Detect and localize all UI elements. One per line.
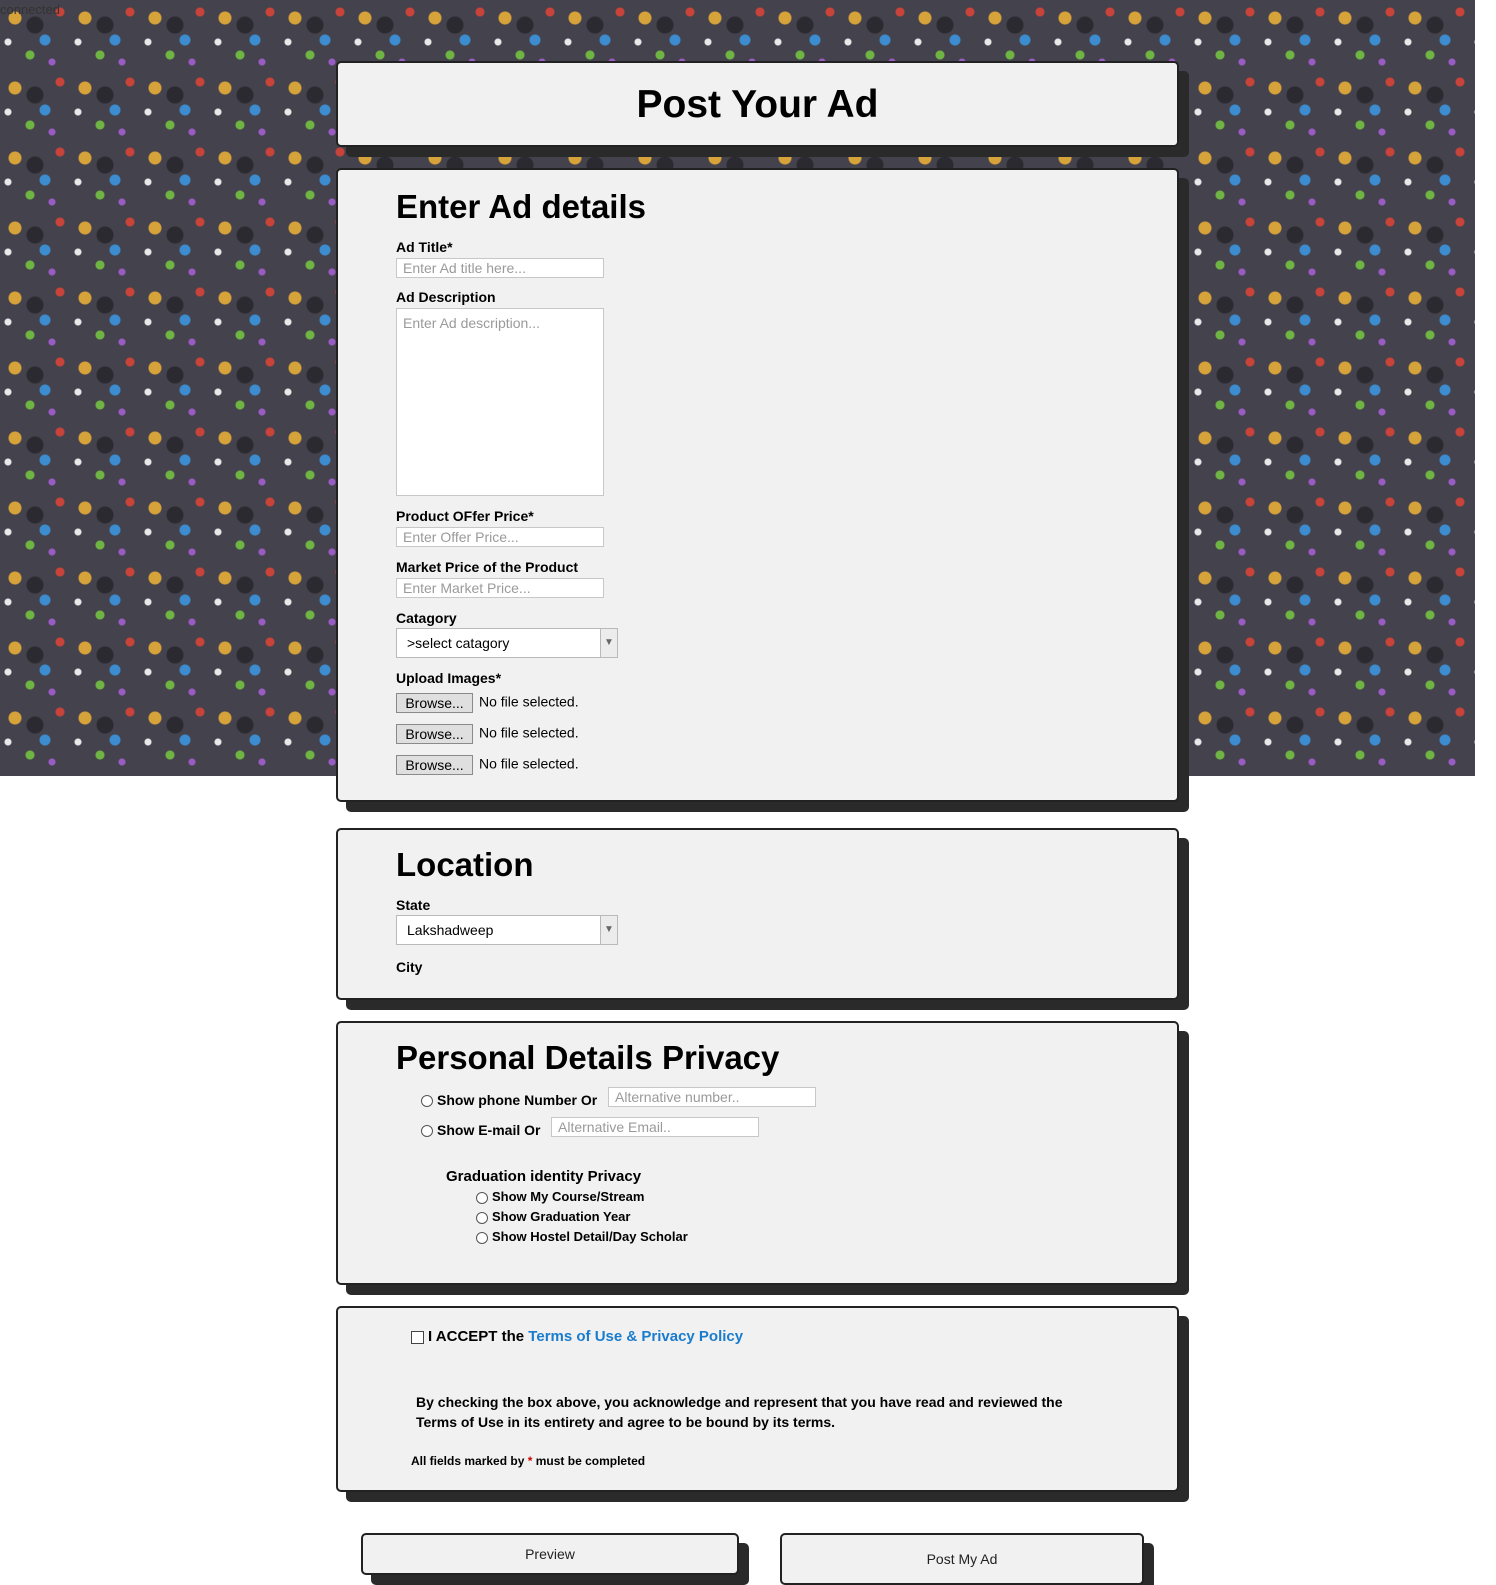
privacy-panel: Personal Details Privacy Show phone Numb…	[336, 1021, 1179, 1285]
accept-terms-row: I ACCEPT the Terms of Use & Privacy Poli…	[411, 1328, 743, 1345]
chevron-down-icon[interactable]: ▼	[600, 916, 617, 944]
alternative-email-input[interactable]	[551, 1117, 759, 1137]
accept-terms-checkbox[interactable]	[411, 1330, 424, 1344]
accept-prefix: I ACCEPT the	[428, 1328, 525, 1345]
required-fields-note: All fields marked by * must be completed	[411, 1454, 645, 1468]
required-star: *	[527, 1454, 533, 1468]
ad-title-input[interactable]	[396, 258, 604, 278]
title-panel: Post Your Ad	[336, 61, 1179, 147]
required-suffix: must be completed	[535, 1454, 646, 1468]
show-phone-option: Show phone Number Or	[421, 1092, 597, 1108]
required-prefix: All fields marked by	[411, 1454, 525, 1468]
category-label: Catagory	[396, 610, 457, 626]
show-phone-radio[interactable]	[421, 1095, 433, 1108]
show-email-radio[interactable]	[421, 1125, 433, 1138]
course-label: Show My Course/Stream	[492, 1189, 645, 1204]
show-email-option: Show E-mail Or	[421, 1122, 540, 1138]
location-panel: Location State Lakshadweep ▼ City	[336, 828, 1179, 1000]
graduation-option-hostel: Show Hostel Detail/Day Scholar	[476, 1229, 688, 1244]
graduation-option-course: Show My Course/Stream	[476, 1189, 644, 1204]
alternative-number-input[interactable]	[608, 1087, 816, 1107]
graduation-privacy-heading: Graduation identity Privacy	[446, 1168, 642, 1185]
page-title: Post Your Ad	[636, 83, 879, 126]
acknowledge-line-1: By checking the box above, you acknowled…	[416, 1394, 1063, 1410]
ad-details-heading: Enter Ad details	[396, 188, 646, 225]
connection-status: connected	[0, 2, 60, 17]
course-radio[interactable]	[476, 1191, 488, 1204]
market-price-label: Market Price of the Product	[396, 559, 579, 575]
graduation-option-year: Show Graduation Year	[476, 1209, 630, 1224]
terms-link[interactable]: Terms of Use & Privacy Policy	[528, 1328, 743, 1345]
ad-title-label: Ad Title*	[396, 239, 453, 255]
show-email-label: Show E-mail Or	[437, 1122, 541, 1138]
state-select[interactable]: Lakshadweep ▼	[396, 915, 618, 945]
acknowledge-line-2: Terms of Use in its entirety and agree t…	[416, 1414, 836, 1430]
show-phone-label: Show phone Number Or	[437, 1092, 598, 1108]
offer-price-label: Product OFfer Price*	[396, 508, 534, 524]
post-ad-button[interactable]: Post My Ad	[780, 1533, 1144, 1585]
state-label: State	[396, 897, 431, 913]
upload-images-label: Upload Images*	[396, 670, 502, 686]
city-label: City	[396, 959, 423, 975]
browse-button[interactable]: Browse...	[396, 693, 473, 713]
browse-button[interactable]: Browse...	[396, 724, 473, 744]
file-input-1: Browse... No file selected.	[396, 693, 579, 713]
file-status: No file selected.	[479, 755, 579, 772]
file-status: No file selected.	[479, 693, 579, 710]
year-radio[interactable]	[476, 1211, 488, 1224]
category-selected-value: >select catagory	[407, 635, 510, 651]
ad-details-panel: Enter Ad details Ad Title* Ad Descriptio…	[336, 168, 1179, 802]
file-status: No file selected.	[479, 724, 579, 741]
offer-price-input[interactable]	[396, 527, 604, 547]
hostel-radio[interactable]	[476, 1231, 488, 1244]
browse-button[interactable]: Browse...	[396, 755, 473, 775]
hostel-label: Show Hostel Detail/Day Scholar	[492, 1229, 688, 1244]
file-input-3: Browse... No file selected.	[396, 755, 579, 775]
location-heading: Location	[396, 846, 534, 883]
preview-button[interactable]: Preview	[361, 1533, 739, 1575]
ad-description-label: Ad Description	[396, 289, 496, 305]
terms-panel: I ACCEPT the Terms of Use & Privacy Poli…	[336, 1306, 1179, 1492]
market-price-input[interactable]	[396, 578, 604, 598]
file-input-2: Browse... No file selected.	[396, 724, 579, 744]
year-label: Show Graduation Year	[492, 1209, 631, 1224]
state-selected-value: Lakshadweep	[407, 922, 494, 938]
chevron-down-icon[interactable]: ▼	[600, 629, 617, 657]
category-select[interactable]: >select catagory ▼	[396, 628, 618, 658]
ad-description-input[interactable]	[396, 308, 604, 496]
privacy-heading: Personal Details Privacy	[396, 1039, 780, 1076]
